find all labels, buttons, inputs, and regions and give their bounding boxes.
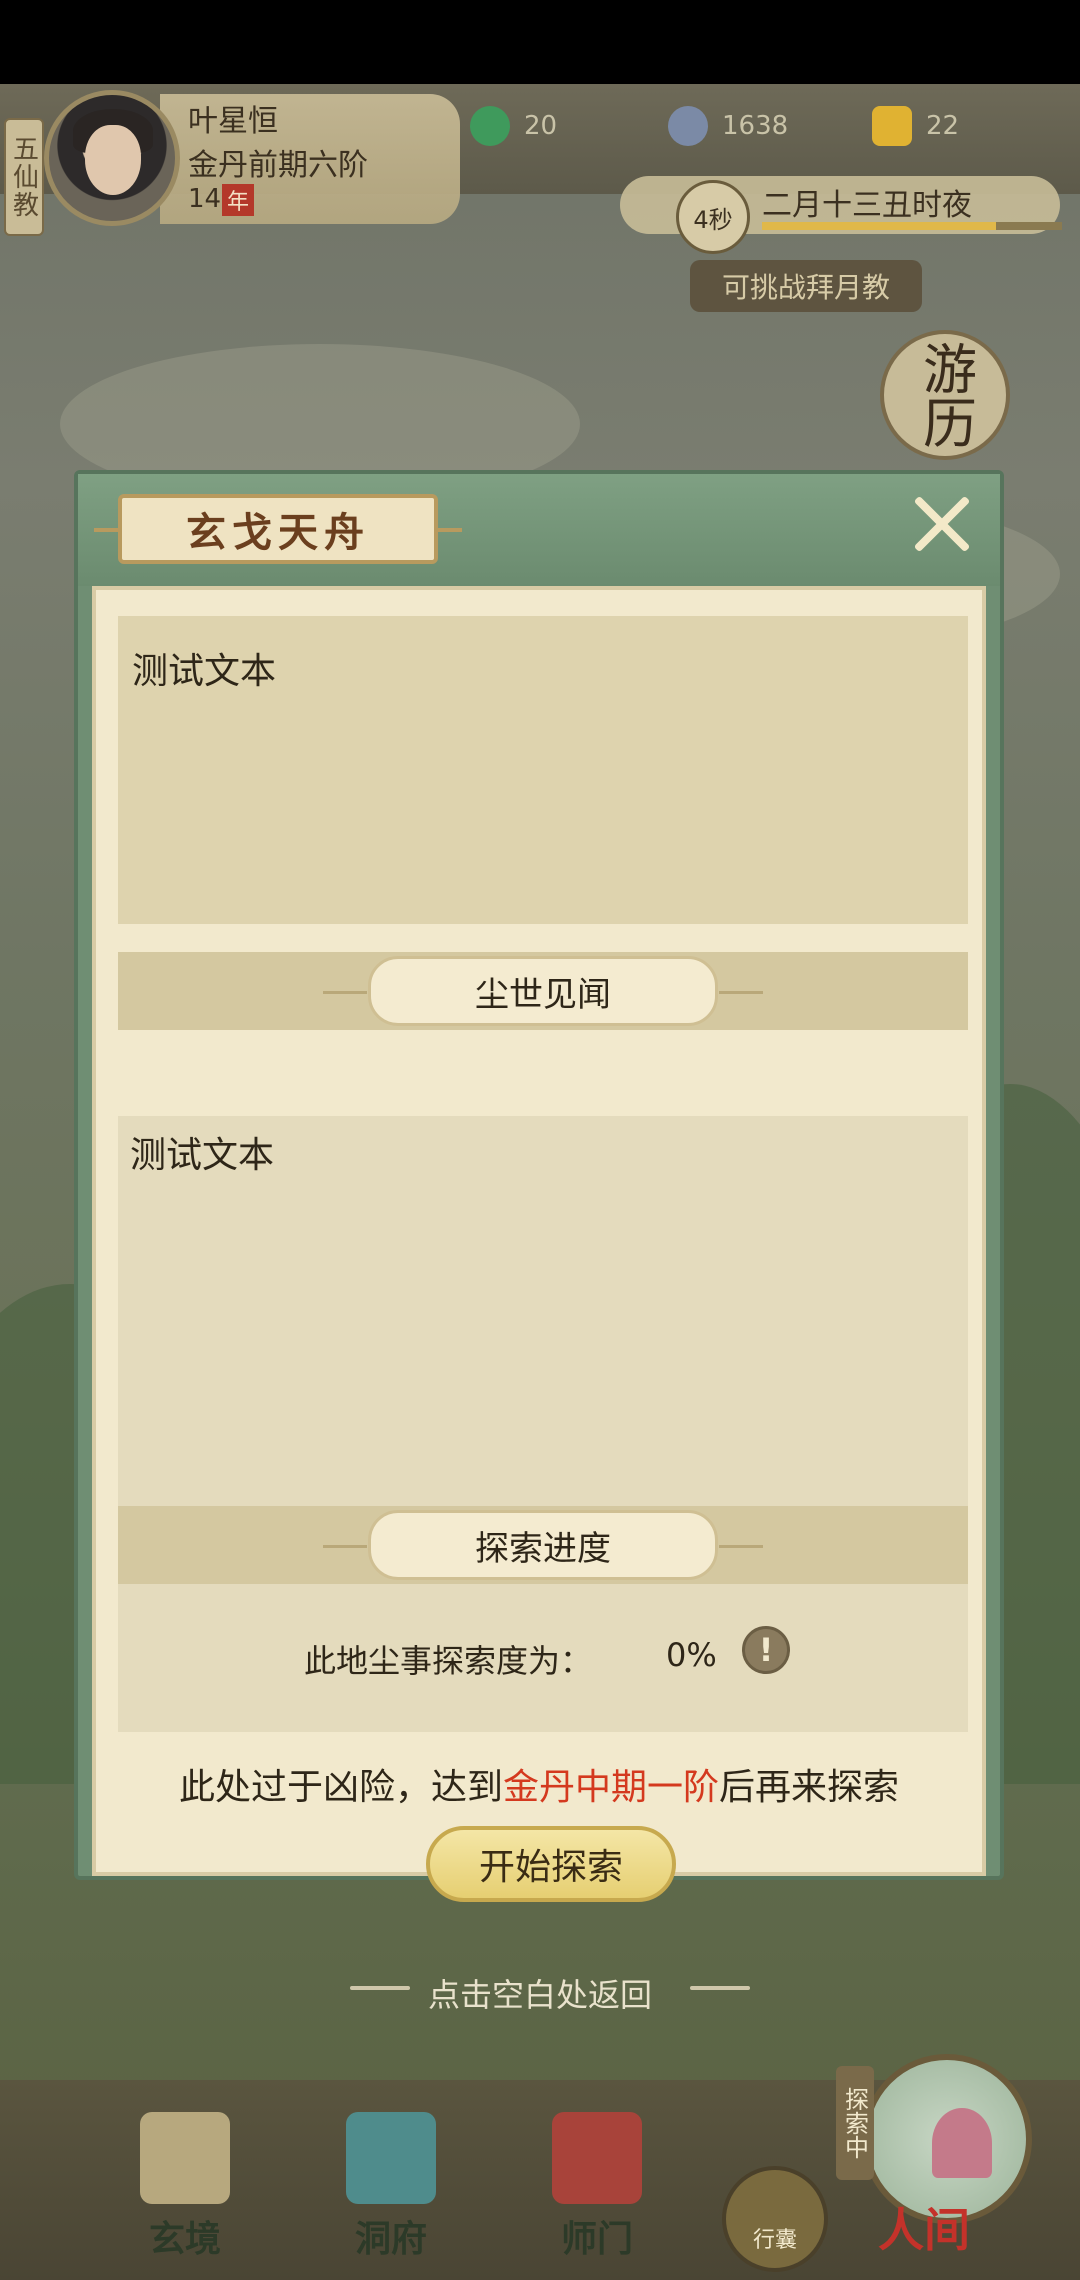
player-name: 叶星恒 [188,104,278,139]
tree-icon [932,2108,992,2178]
section-header-progress: 探索进度 [118,1506,968,1584]
progress-value: 0% [666,1636,717,1674]
nav-label: 玄境 [148,2218,221,2260]
world-label: 人间 [878,2203,970,2257]
tap-to-return-hint[interactable]: 点击空白处返回 [0,1970,1080,2016]
status-bar [0,0,1080,84]
resource-value: 1638 [722,111,789,141]
game-date: 二月十三丑时夜 [762,188,972,223]
ingot-icon [872,106,912,146]
warning-prefix: 此处过于凶险，达到 [178,1767,503,1808]
jade-icon [470,106,510,146]
modal-title-plaque: 玄戈天舟 [94,494,462,564]
player-realm: 金丹前期六阶 [188,148,368,183]
avatar-face [85,125,141,195]
coin-icon [668,106,708,146]
time-progress-bar [762,222,1062,230]
exploring-tag: 探索中 [836,2066,874,2180]
section-plaque: 尘世见闻 [323,956,763,1026]
world-text: 测试文本 [118,1116,968,1506]
modal-title: 玄戈天舟 [186,509,370,556]
modal-body: 测试文本 尘世见闻 测试文本 探索进度 此地尘事探索度为： 0% ! 此处过于凶… [92,586,986,1902]
resource-value: 22 [926,111,960,141]
resource-coin[interactable]: 1638 [668,104,788,148]
pavilion-icon [346,2112,436,2204]
info-icon[interactable]: ! [742,1626,790,1674]
player-avatar[interactable] [44,90,180,226]
section-plaque: 探索进度 [323,1510,763,1580]
close-icon[interactable] [910,492,974,556]
nav-label: 洞府 [354,2218,427,2260]
requirement-warning: 此处过于凶险，达到金丹中期一阶后再来探索 [96,1758,982,1810]
start-explore-button[interactable]: 开始探索 [426,1826,676,1902]
nav-item-xuanjing[interactable]: 玄境 [110,2112,260,2262]
time-countdown: 4秒 [676,180,750,254]
nav-item-dongfu[interactable]: 洞府 [316,2112,466,2262]
progress-panel: 此地尘事探索度为： 0% ! [118,1584,968,1732]
bag-button[interactable]: 行囊 [722,2166,828,2272]
nav-label: 师门 [560,2218,633,2260]
resource-jade[interactable]: 20 [470,104,557,148]
time-progress-fill [762,222,996,230]
required-realm: 金丹中期一阶 [502,1767,719,1808]
sect-tag[interactable]: 五仙教 [4,118,44,236]
travel-badge[interactable]: 游历 [880,330,1010,460]
player-age: 14 [188,184,222,214]
age-unit-badge: 年 [222,184,254,216]
scroll-icon [140,2112,230,2204]
location-description: 测试文本 [118,616,968,924]
location-modal: 玄戈天舟 测试文本 尘世见闻 测试文本 探索进度 此地尘事探索度为： 0% ! … [74,470,1004,1902]
resource-ingot[interactable]: 22 [872,104,959,148]
banner-icon [552,2112,642,2204]
warning-suffix: 后再来探索 [719,1767,900,1808]
resource-value: 20 [524,111,558,141]
section-title-world: 尘世见闻 [475,974,611,1015]
section-title-progress: 探索进度 [475,1528,611,1569]
section-header-world: 尘世见闻 [118,952,968,1030]
challenge-button[interactable]: 可挑战拜月教 [690,260,922,312]
nav-item-shimen[interactable]: 师门 [522,2112,672,2262]
progress-label: 此地尘事探索度为： [304,1642,593,1680]
